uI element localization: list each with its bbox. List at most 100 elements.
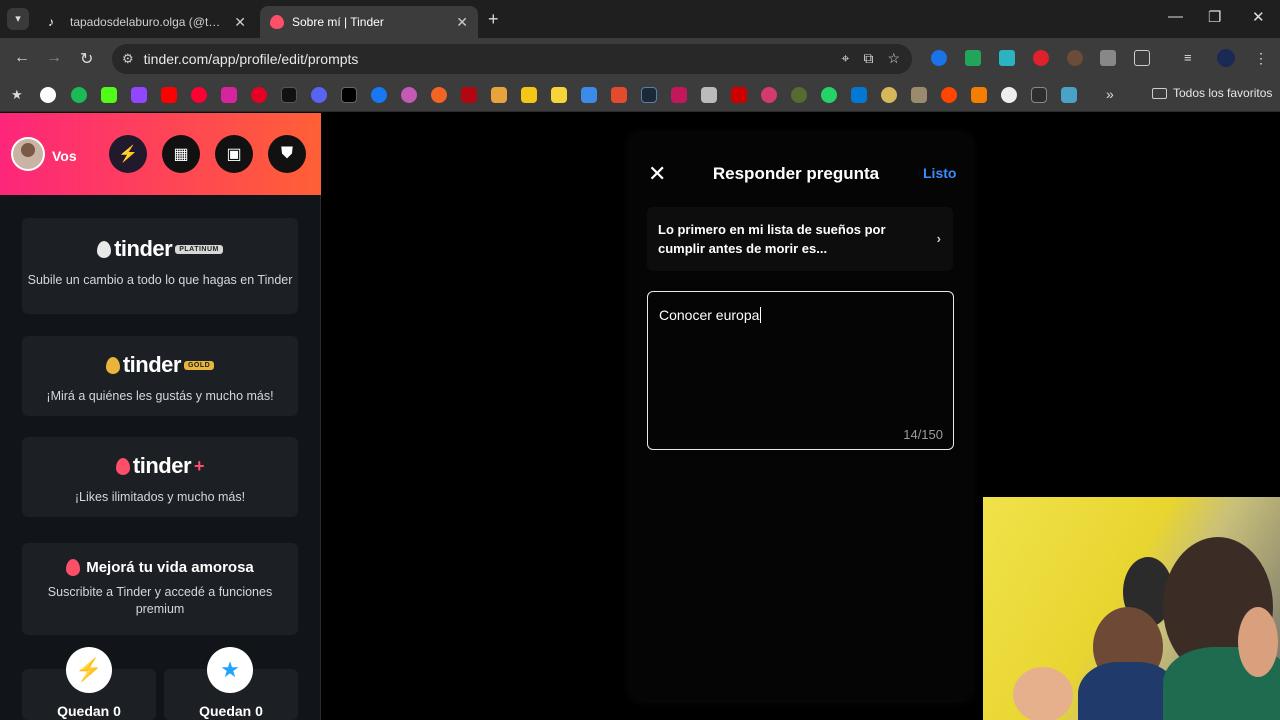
bookmark-icon[interactable] xyxy=(731,87,747,103)
bookmark-icon[interactable] xyxy=(701,87,717,103)
back-button[interactable]: ← xyxy=(14,49,30,67)
promo-title: Mejorá tu vida amorosa xyxy=(22,559,298,576)
cam-shape xyxy=(1013,667,1073,720)
boost-lightning-icon: ⚡ xyxy=(66,647,112,693)
extension-icon[interactable] xyxy=(1100,50,1116,66)
bookmark-star-icon[interactable]: ☆ xyxy=(887,50,900,67)
pinterest-bookmark-icon[interactable] xyxy=(251,87,267,103)
netflix-bookmark-icon[interactable] xyxy=(461,87,477,103)
webcam-overlay-image xyxy=(983,497,1280,720)
bookmark-icon[interactable] xyxy=(1001,87,1017,103)
avatar[interactable] xyxy=(11,137,45,171)
youtube-music-bookmark-icon[interactable] xyxy=(191,87,207,103)
tiktok-bookmark-icon[interactable] xyxy=(281,87,297,103)
lightning-icon: ⚡ xyxy=(118,146,138,163)
shazam-extension-icon[interactable] xyxy=(931,50,947,66)
blogger-bookmark-icon[interactable] xyxy=(971,87,987,103)
gold-card[interactable]: tinder GOLD ¡Mirá a quiénes les gustás y… xyxy=(22,336,298,416)
explore-grid-icon: ▦ xyxy=(173,146,189,163)
prompt-text: Lo primero en mi lista de sueños por cum… xyxy=(658,222,886,256)
close-tab-icon[interactable]: ✕ xyxy=(234,14,246,31)
bookmark-icon[interactable] xyxy=(1061,87,1077,103)
more-menu-icon[interactable]: ⋮ xyxy=(1254,50,1270,66)
plus-badge: + xyxy=(194,455,205,476)
kick-bookmark-icon[interactable] xyxy=(101,87,117,103)
forward-button[interactable]: → xyxy=(46,49,62,67)
site-info-icon[interactable]: ⚙ xyxy=(122,51,134,67)
sidebar-header: Vos ⚡ ▦ ▣ ⛊ xyxy=(0,113,321,195)
extension-icon[interactable] xyxy=(1033,50,1049,66)
bookmark-icon[interactable] xyxy=(911,87,927,103)
gift-button[interactable]: ▣ xyxy=(215,135,253,173)
minimize-button[interactable]: — xyxy=(1168,8,1183,25)
bookmarks-bar: ★ » Todos los favoritos xyxy=(0,80,1280,112)
safety-button[interactable]: ⛊ xyxy=(268,135,306,173)
plus-card[interactable]: tinder + ¡Likes ilimitados y mucho más! xyxy=(22,437,298,517)
puzzle-extensions-icon[interactable] xyxy=(1134,50,1150,66)
x-bookmark-icon[interactable] xyxy=(341,87,357,103)
answer-text[interactable]: Conocer europa xyxy=(659,307,759,323)
new-tab-button[interactable]: + xyxy=(488,9,499,30)
media-control-icon[interactable]: ≡ xyxy=(1184,50,1200,66)
char-counter: 14/150 xyxy=(903,427,943,442)
instagram-bookmark-icon[interactable] xyxy=(221,87,237,103)
imdb-bookmark-icon[interactable] xyxy=(521,87,537,103)
flame-icon xyxy=(115,457,130,475)
reddit-bookmark-icon[interactable] xyxy=(941,87,957,103)
more-bookmarks-icon[interactable]: » xyxy=(1106,86,1114,102)
outlook-bookmark-icon[interactable] xyxy=(851,87,867,103)
install-app-icon[interactable]: ⧉ xyxy=(863,50,873,67)
shield-extension-icon[interactable] xyxy=(965,50,981,66)
facebook-bookmark-icon[interactable] xyxy=(371,87,387,103)
flame-icon xyxy=(97,240,112,258)
bookmark-icon[interactable] xyxy=(881,87,897,103)
url-text[interactable]: tinder.com/app/profile/edit/prompts xyxy=(144,51,359,67)
bookmark-icon[interactable] xyxy=(791,87,807,103)
profile-avatar-icon[interactable] xyxy=(1217,49,1235,67)
bookmark-icon[interactable] xyxy=(551,87,567,103)
chevron-right-icon: › xyxy=(936,231,941,246)
bookmark-icon[interactable] xyxy=(671,87,687,103)
restore-button[interactable]: ❐ xyxy=(1208,8,1221,26)
bookmark-icon[interactable] xyxy=(491,87,507,103)
gold-desc: ¡Mirá a quiénes les gustás y mucho más! xyxy=(46,389,274,403)
done-button[interactable]: Listo xyxy=(923,165,956,181)
platinum-card[interactable]: tinder PLATINUM Subile un cambio a todo … xyxy=(22,218,298,314)
answer-textarea[interactable]: Conocer europa 14/150 xyxy=(647,291,954,450)
steam-bookmark-icon[interactable] xyxy=(641,87,657,103)
messenger-bookmark-icon[interactable] xyxy=(311,87,327,103)
crunchyroll-bookmark-icon[interactable] xyxy=(431,87,447,103)
plus-desc: ¡Likes ilimitados y mucho más! xyxy=(74,490,246,504)
prompt-selector[interactable]: Lo primero en mi lista de sueños por cum… xyxy=(647,207,953,271)
explore-button[interactable]: ▦ xyxy=(162,135,200,173)
tab-tinder[interactable]: Sobre mí | Tinder ✕ xyxy=(260,6,478,38)
spotify-bookmark-icon[interactable] xyxy=(71,87,87,103)
tiktok-icon: ♪ xyxy=(48,15,54,29)
boost-button[interactable]: ⚡ xyxy=(109,135,147,173)
subscribe-promo-card[interactable]: Mejorá tu vida amorosa Suscribite a Tind… xyxy=(22,543,298,635)
profile-name-link[interactable]: Vos xyxy=(52,148,77,164)
tab-title: Sobre mí | Tinder xyxy=(292,15,384,29)
omnibox[interactable]: ⚙ tinder.com/app/profile/edit/prompts ⌖ … xyxy=(112,44,912,74)
close-tab-icon[interactable]: ✕ xyxy=(456,14,468,31)
bookmark-icon[interactable] xyxy=(761,87,777,103)
twitch-bookmark-icon[interactable] xyxy=(131,87,147,103)
bookmark-icon[interactable] xyxy=(1031,87,1047,103)
star-bookmark-icon[interactable]: ★ xyxy=(11,87,27,103)
reload-button[interactable]: ↻ xyxy=(80,49,93,69)
gold-badge: GOLD xyxy=(183,360,215,370)
bookmark-icon[interactable] xyxy=(401,87,417,103)
whatsapp-bookmark-icon[interactable] xyxy=(821,87,837,103)
location-icon[interactable]: ⌖ xyxy=(842,50,850,67)
google-bookmark-icon[interactable] xyxy=(40,87,56,103)
bookmark-icon[interactable] xyxy=(611,87,627,103)
close-window-button[interactable]: ✕ xyxy=(1252,8,1265,26)
youtube-bookmark-icon[interactable] xyxy=(161,87,177,103)
all-bookmarks-folder[interactable]: Todos los favoritos xyxy=(1152,86,1272,100)
extension-icon[interactable] xyxy=(1067,50,1083,66)
tab-tiktok[interactable]: ♪ tapadosdelaburo.olga (@tapad ✕ xyxy=(38,6,256,38)
extension-icon[interactable] xyxy=(999,50,1015,66)
tab-search-button[interactable]: ▾ xyxy=(7,8,29,30)
bookmark-icon[interactable] xyxy=(581,87,597,103)
brand-text: tinder xyxy=(132,453,192,478)
